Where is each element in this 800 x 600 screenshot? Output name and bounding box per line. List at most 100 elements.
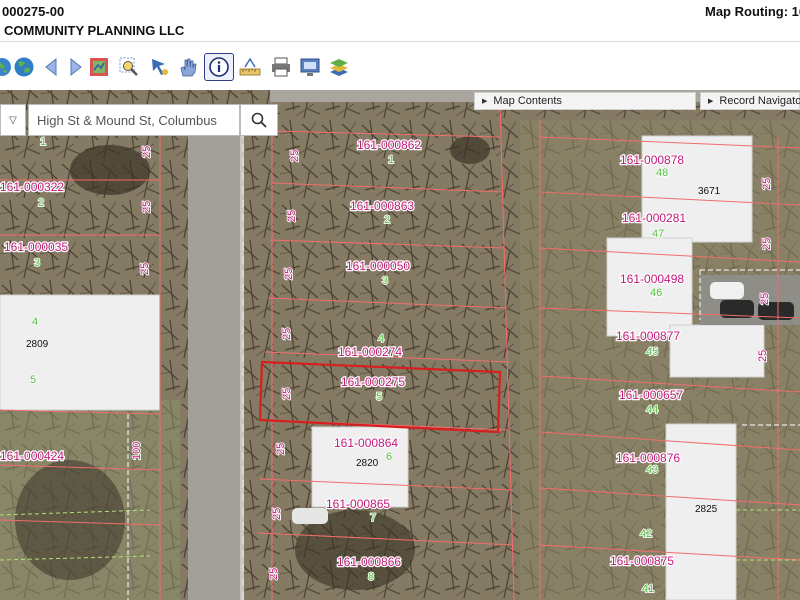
parcel-label: 161-000274 (338, 345, 402, 359)
parcel-label: 161-000876 (616, 451, 680, 465)
map-toolbar (0, 43, 800, 89)
house-number: 3671 (698, 186, 721, 197)
map-label: 41 (642, 583, 654, 595)
map-label: 8 (368, 571, 374, 583)
map-label: 46 (650, 287, 662, 299)
arrow-right-icon (70, 57, 82, 77)
info-icon (209, 57, 229, 77)
printer-icon (272, 57, 290, 77)
map-label: 4 (378, 333, 384, 345)
map-label: 25 (289, 150, 301, 162)
forward-tool-button[interactable] (63, 55, 87, 79)
parcel-label: 161-000864 (334, 436, 398, 450)
parcel-label: 161-000862 (357, 138, 421, 152)
map-canvas[interactable]: 161-000862 161-000863 161-000050 161-000… (0, 90, 800, 600)
search-input[interactable]: High St & Mound St, Columbus (28, 104, 240, 136)
zoom-box-tool-button[interactable] (117, 55, 141, 79)
pan-tool-button[interactable] (176, 55, 200, 79)
layers-icon (330, 59, 348, 76)
parcel-label: 161-000875 (610, 554, 674, 568)
map-label: 100 (131, 442, 143, 460)
map-label: 25 (281, 328, 293, 340)
measure-tool-button[interactable] (238, 55, 262, 79)
map-label: 4 (32, 316, 38, 328)
ruler-icon (239, 57, 261, 76)
parcel-label: 161-000657 (619, 388, 683, 402)
parcel-label: 161-000322 (0, 180, 64, 194)
parcel-label: 161-000050 (346, 259, 410, 273)
map-label: 25 (286, 210, 298, 222)
map-label: 45 (646, 346, 658, 358)
fullscreen-tool-button[interactable] (298, 55, 322, 79)
map-routing-label: Map Routing: 161 (705, 4, 800, 19)
select-tool-button[interactable] (148, 55, 172, 79)
parcel-label: 161-000878 (620, 153, 684, 167)
map-label: 44 (646, 404, 658, 416)
map-label: 5 (30, 374, 36, 386)
zoom-box-icon (119, 57, 138, 76)
parcel-label: 161-000424 (0, 449, 64, 463)
map-label: 25 (761, 178, 773, 190)
map-label: 47 (652, 228, 664, 240)
search-icon (251, 112, 267, 128)
map-label: 43 (646, 464, 658, 476)
map-label: 2 (38, 197, 44, 209)
globe-tool-button-2[interactable] (12, 55, 36, 79)
map-label: 1 (388, 154, 394, 166)
house-number: 2809 (26, 339, 49, 350)
arrow-left-icon (45, 57, 57, 77)
parcel-label: 161-000281 (622, 211, 686, 225)
map-label: 25 (761, 238, 773, 250)
map-label: 25 (271, 508, 283, 520)
caret-right-icon: ▶ (482, 98, 488, 105)
record-header: 000275-00 COMMUNITY PLANNING LLC Map Rou… (0, 0, 800, 42)
map-label: 25 (139, 263, 151, 275)
map-label: 25 (283, 268, 295, 280)
map-label: 3 (34, 257, 40, 269)
map-label: 25 (757, 350, 769, 362)
house-number: 2820 (356, 458, 379, 469)
map-label: 2 (384, 214, 390, 226)
map-frame-icon (90, 58, 108, 76)
map-contents-button[interactable]: ▶ Map Contents (474, 92, 696, 110)
parcel-label: 161-000035 (4, 240, 68, 254)
parcel-label: 161-000866 (337, 555, 401, 569)
map-label: 25 (281, 388, 293, 400)
map-label: 25 (268, 568, 280, 580)
parcel-label: 161-000275 (341, 375, 405, 389)
print-tool-button[interactable] (269, 55, 293, 79)
back-tool-button[interactable] (40, 55, 64, 79)
owner-name: COMMUNITY PLANNING LLC (4, 23, 185, 38)
map-label: 6 (386, 451, 392, 463)
record-navigator-button[interactable]: ▶ Record Navigator (700, 92, 800, 110)
record-navigator-label: Record Navigator (719, 95, 800, 107)
parcel-label: 161-000863 (350, 199, 414, 213)
map-label: 42 (640, 528, 652, 540)
parcel-label: 161-000865 (326, 497, 390, 511)
caret-right-icon: ▶ (708, 98, 714, 105)
parcel-label: 161-000498 (620, 272, 684, 286)
zoom-extent-tool-button[interactable] (87, 55, 111, 79)
map-label: 1 (40, 136, 46, 148)
parcel-id-title: 000275-00 (2, 4, 65, 19)
map-label: 25 (275, 443, 287, 455)
map-label: 25 (759, 293, 771, 305)
layers-tool-button[interactable] (327, 55, 351, 79)
map-label: 5 (376, 391, 382, 403)
search-button[interactable] (240, 104, 278, 136)
map-label: 3 (382, 275, 388, 287)
hand-icon (180, 58, 197, 77)
aerial-imagery: 161-000862 161-000863 161-000050 161-000… (0, 90, 800, 600)
parcel-label: 161-000877 (616, 329, 680, 343)
map-label: 25 (141, 201, 153, 213)
map-label: 48 (656, 167, 668, 179)
search-type-dropdown[interactable]: ▽ (0, 104, 26, 136)
map-contents-label: Map Contents (493, 95, 562, 107)
map-label: 7 (370, 512, 376, 524)
identify-tool-button[interactable] (204, 53, 234, 81)
screen-icon (300, 58, 320, 76)
house-number: 2825 (695, 504, 718, 515)
map-label: 25 (141, 146, 153, 158)
select-arrow-icon (152, 59, 168, 75)
globe-icon (14, 57, 34, 77)
